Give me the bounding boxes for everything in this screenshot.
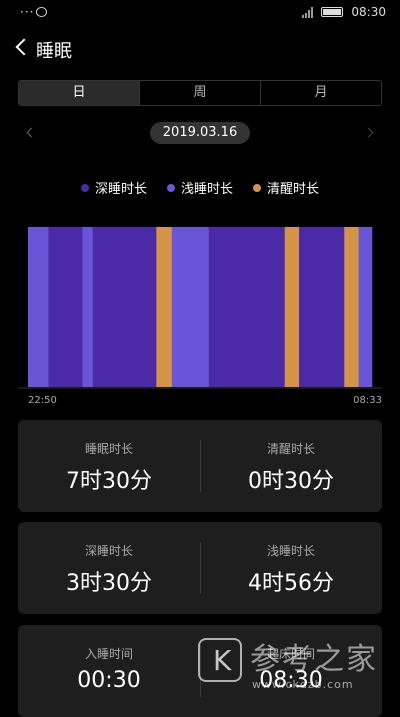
sleep-stage-chart [18,227,382,389]
sleep-segment-awake [344,227,359,387]
watermark-logo-box: K [198,638,242,682]
stat-awake-duration: 清醒时长 0时30分 [200,420,382,512]
signal-icon [302,6,314,18]
sleep-segment-light [28,227,49,387]
app-header: 睡眠 [0,30,400,70]
sleep-segment-awake [156,227,173,387]
sleep-segment-awake [284,227,300,387]
legend-label-deep: 深睡时长 [94,182,147,197]
tab-week[interactable]: 周 [140,81,261,105]
chart-start-label: 22:50 [28,395,57,406]
stat-value: 0时30分 [248,469,334,494]
chevron-left-icon[interactable] [26,127,37,138]
summary-card-stages: 深睡时长 3时30分 浅睡时长 4时56分 [18,522,382,614]
sleep-segment-deep [92,227,157,387]
sleep-segment-deep [299,227,345,387]
sleep-segment-deep [48,227,83,387]
status-right: 08:30 [302,5,386,19]
battery-icon [321,7,344,17]
watermark-url: www.ckdzb.com [252,678,354,691]
chart-legend: 深睡时长 浅睡时长 清醒时长 [0,178,400,197]
legend-label-light: 浅睡时长 [180,182,233,197]
summary-card-duration: 睡眠时长 7时30分 清醒时长 0时30分 [18,420,382,512]
stat-light-duration: 浅睡时长 4时56分 [200,522,382,614]
date-navigator: 2019.03.16 [0,120,400,146]
stat-label: 入睡时间 [84,647,133,661]
stat-bedtime: 入睡时间 00:30 [18,625,200,717]
watermark-logo-letter: K [213,644,232,677]
notification-dots: ··· [20,5,35,19]
legend-item-deep: 深睡时长 [80,178,147,197]
stat-label: 睡眠时长 [84,442,133,456]
stat-label: 清醒时长 [266,442,315,456]
sleep-segment-light [171,227,210,387]
stat-value: 00:30 [77,668,141,693]
stat-label: 浅睡时长 [266,544,315,558]
legend-item-awake: 清醒时长 [253,178,319,197]
stat-value: 7时30分 [66,469,152,494]
tab-month[interactable]: 月 [261,81,381,105]
tab-day[interactable]: 日 [19,81,140,105]
watermark-text: 参考之家 [250,642,378,677]
back-arrow-icon[interactable] [15,38,33,56]
stat-value: 4时56分 [248,571,334,596]
watermark: K 参考之家 www.ckdzb.com [190,632,400,702]
sleep-segment-deep [208,227,286,387]
legend-item-light: 浅睡时长 [166,178,233,197]
legend-dot-light [166,183,175,192]
stat-label: 深睡时长 [84,544,133,558]
date-pill[interactable]: 2019.03.16 [150,122,250,144]
sleep-segment-light [358,227,373,387]
period-tabs: 日 周 月 [18,80,382,106]
status-time: 08:30 [351,5,386,19]
stat-deep-duration: 深睡时长 3时30分 [18,522,200,614]
page-title: 睡眠 [36,41,72,62]
stat-value: 3时30分 [66,571,152,596]
chevron-right-icon[interactable] [363,127,374,138]
legend-dot-deep [80,183,89,192]
stat-sleep-duration: 睡眠时长 7时30分 [18,420,200,512]
chat-icon [36,7,47,17]
status-bar: ··· 08:30 [0,0,400,26]
chart-end-label: 08:33 [353,395,382,406]
sleep-segment-light [82,227,93,387]
legend-dot-awake [253,183,261,192]
legend-label-awake: 清醒时长 [267,182,320,197]
